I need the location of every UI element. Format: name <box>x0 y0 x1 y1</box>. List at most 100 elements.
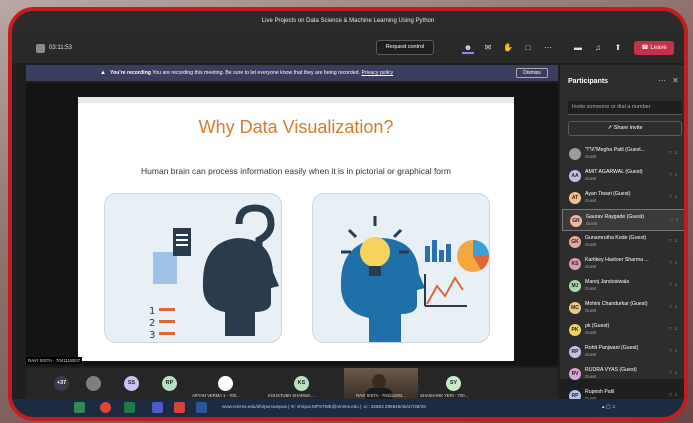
screen: Live Projects on Data Science & Machine … <box>12 11 684 417</box>
participants-icon[interactable]: ☻ <box>462 42 474 54</box>
close-icon[interactable]: ✕ <box>672 76 679 85</box>
pie-chart-icon <box>457 240 489 272</box>
participant-name: Gunamrutha Kode (Guest) <box>585 235 647 241</box>
avatar: KS <box>569 258 581 270</box>
svg-text:2: 2 <box>149 318 155 329</box>
excel-app-icon[interactable] <box>74 402 85 413</box>
avatar: PK <box>569 324 581 336</box>
slide-top-bar <box>78 97 514 103</box>
tile-name-label: SHASHANK YERI - 700... <box>420 393 469 398</box>
camera-icon[interactable]: ▬ <box>572 42 584 54</box>
excel-app-icon-2[interactable] <box>124 402 135 413</box>
recording-banner: ▲ You're recording You are recording thi… <box>26 65 558 81</box>
tile-name-label: KOUSTUBH SHARMA ... <box>268 393 315 398</box>
teams-app-icon[interactable] <box>152 402 163 413</box>
window-title: Live Projects on Data Science & Machine … <box>12 11 684 33</box>
slide-title: Why Data Visualization? <box>198 117 394 137</box>
participant-avatar[interactable]: SY <box>446 376 461 391</box>
share-icon[interactable]: ⬆ <box>612 42 624 54</box>
file-icon <box>173 228 191 256</box>
avatar: RV <box>569 368 581 380</box>
rooms-icon[interactable]: □ <box>522 42 534 54</box>
participant-avatar[interactable]: SS <box>124 376 139 391</box>
more-icon[interactable]: ⋯ <box>542 42 554 54</box>
meeting-toolbar: 03:11:53 Request control ☻ ✉ ✋ □ ⋯ ▬ ♫ ⬆… <box>12 33 684 63</box>
camera-mic-icons: □♫ <box>669 304 680 310</box>
participant-role: Guest <box>586 221 598 226</box>
dismiss-button[interactable]: Dismiss <box>516 68 548 78</box>
participant-name: Manoj Jandosiwala <box>585 279 630 285</box>
svg-text:1: 1 <box>149 306 155 317</box>
request-control-button[interactable]: Request control <box>376 40 434 55</box>
camera-mic-icons: □♫ <box>669 150 680 156</box>
participant-row[interactable]: AA AMIT AGARWAL (Guest) Guest □♫ <box>562 165 684 187</box>
participant-avatar[interactable]: RP <box>162 376 177 391</box>
more-options-icon[interactable]: ⋯ <box>658 76 666 85</box>
camera-mic-icons: □♫ <box>669 172 680 178</box>
camera-mic-icons: □♫ <box>669 282 680 288</box>
line-chart-icon <box>424 274 467 307</box>
participant-row[interactable]: GK Gunamrutha Kode (Guest) Guest □♫ <box>562 231 684 253</box>
display-frame: Live Projects on Data Science & Machine … <box>8 7 688 421</box>
bar-chart-icon <box>425 240 451 262</box>
participant-avatar[interactable] <box>86 376 101 391</box>
shared-screen: Why Data Visualization? Human brain can … <box>26 83 558 366</box>
participant-row[interactable]: PK pk (Guest) Guest □♫ <box>562 319 684 341</box>
shield-icon <box>36 43 45 53</box>
leave-button[interactable]: ☎ Leave <box>634 41 674 55</box>
lightbulb-icon <box>360 237 390 267</box>
chat-icon[interactable]: ✉ <box>482 42 494 54</box>
overflow-count-badge[interactable]: +37 <box>54 376 69 391</box>
leave-label: Leave <box>650 45 667 51</box>
participant-role: Guest <box>585 264 597 269</box>
recording-bold: You're recording <box>110 70 151 76</box>
camera-mic-icons: □♫ <box>669 370 680 376</box>
participant-row[interactable]: AT Ayan Tiwari (Guest) Guest □♫ <box>562 187 684 209</box>
participants-title: Participants <box>568 78 609 85</box>
privacy-policy-link[interactable]: Privacy policy <box>361 70 393 76</box>
participant-row[interactable]: RV RUDRA VYAS (Guest) Guest □♫ <box>562 363 684 385</box>
contact-banner: www.nmims.edu/shirpurcampus | ✉: shirpur… <box>222 404 426 409</box>
participant-avatar[interactable] <box>218 376 233 391</box>
participant-role: Guest <box>585 286 597 291</box>
avatar <box>569 148 581 160</box>
brain-question-illustration: 1 2 3 <box>104 193 282 343</box>
participant-row[interactable]: GR Gaurav Raygade (Guest) Guest □♫ <box>562 209 684 231</box>
participant-role: Guest <box>585 308 597 313</box>
brain-lightbulb-illustration <box>312 193 490 343</box>
participant-name: Rohit Panjwani (Guest) <box>585 345 639 351</box>
participant-name: Mohini Chandurkar (Guest) <box>585 301 648 307</box>
participant-role: Guest <box>585 242 597 247</box>
participant-row[interactable]: MJ Manoj Jandosiwala Guest □♫ <box>562 275 684 297</box>
camera-mic-icons: □♫ <box>669 326 680 332</box>
participants-panel: Participants ⋯ ✕ Invite someone or dial … <box>560 65 684 402</box>
meeting-timer: 03:11:53 <box>49 45 72 51</box>
raise-hand-icon[interactable]: ✋ <box>502 42 514 54</box>
tile-name-label: RAVI SISTA - 704111803... <box>356 393 406 398</box>
mic-icon[interactable]: ♫ <box>592 42 604 54</box>
participant-name: Kartikey Hastoer Sharma ... <box>585 257 649 263</box>
recording-message: You are recording this meeting. Be sure … <box>152 70 361 76</box>
participant-role: Guest <box>585 352 597 357</box>
participant-avatar[interactable]: KS <box>294 376 309 391</box>
invite-search-input[interactable]: Invite someone or dial a number <box>568 101 682 115</box>
participant-name: "\"\\\"Megha Patil (Guest... <box>585 147 646 153</box>
chrome-app-icon[interactable] <box>100 402 111 413</box>
slide-subtitle: Human brain can process information easi… <box>141 166 451 176</box>
participant-row[interactable]: KS Kartikey Hastoer Sharma ... Guest □♫ <box>562 253 684 275</box>
avatar: MC <box>569 302 581 314</box>
powerpoint-app-icon[interactable] <box>174 402 185 413</box>
avatar: RP <box>569 346 581 358</box>
participant-name: Rupesh Patil <box>585 389 615 395</box>
participant-name: pk (Guest) <box>585 323 610 329</box>
avatar: GK <box>569 236 581 248</box>
participant-row[interactable]: RP Rohit Panjwani (Guest) Guest □♫ <box>562 341 684 363</box>
participant-row[interactable]: MC Mohini Chandurkar (Guest) Guest □♫ <box>562 297 684 319</box>
word-app-icon[interactable] <box>196 402 207 413</box>
warning-icon: ▲ <box>100 70 106 76</box>
participant-role: Guest <box>585 198 597 203</box>
participant-role: Guest <box>585 154 597 159</box>
participant-row[interactable]: "\"\\\"Megha Patil (Guest... Guest □♫ <box>562 143 684 165</box>
participant-name: Gaurav Raygade (Guest) <box>586 214 644 220</box>
share-invite-button[interactable]: ↗ Share invite <box>568 121 682 136</box>
